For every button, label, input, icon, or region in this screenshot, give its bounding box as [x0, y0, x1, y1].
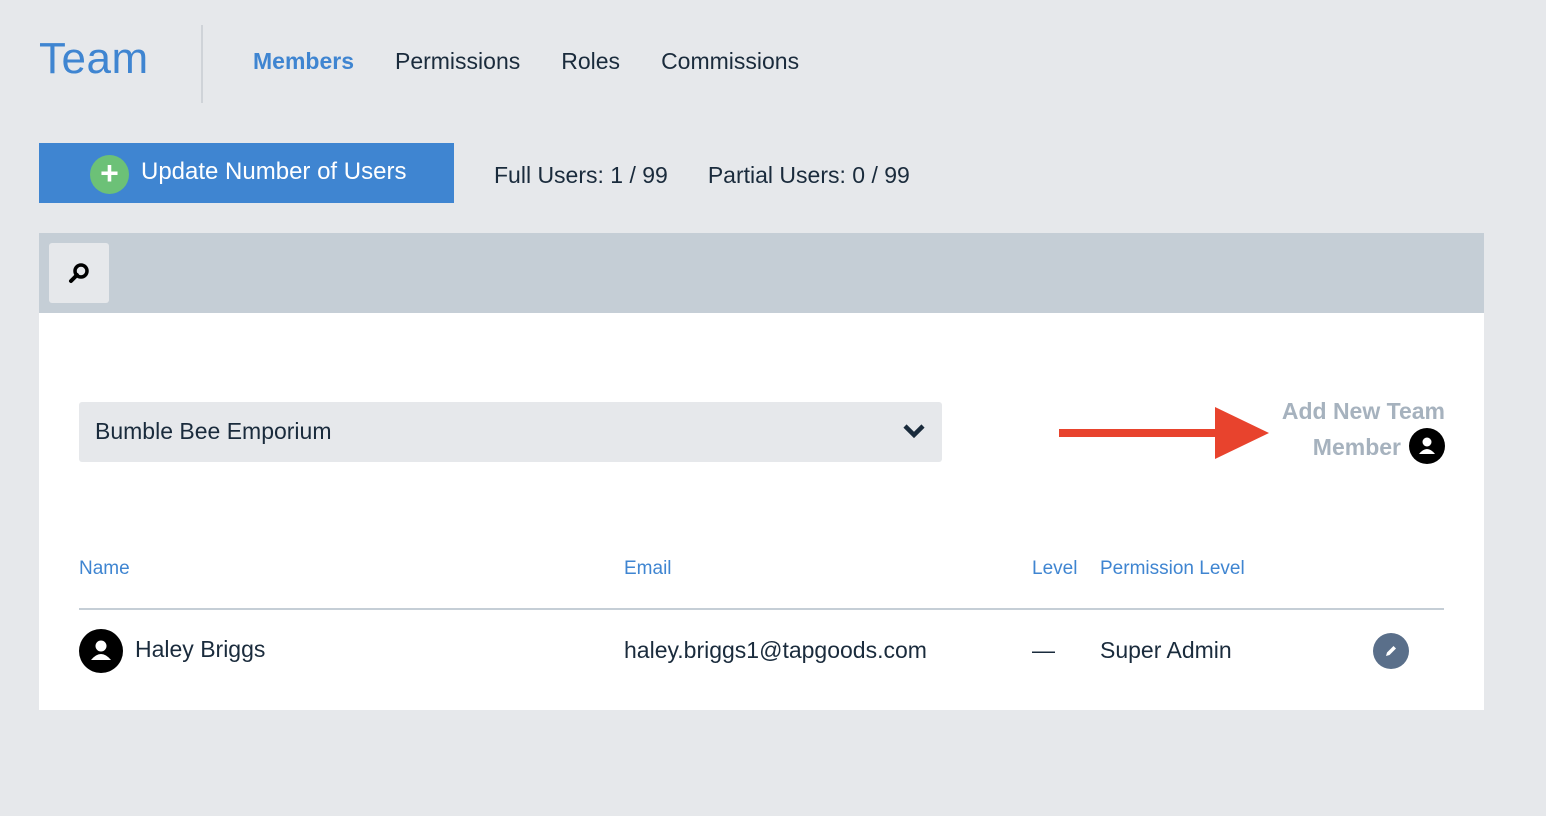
column-header-level[interactable]: Level: [1032, 558, 1077, 580]
tab-roles[interactable]: Roles: [561, 48, 620, 75]
members-panel: Bumble Bee Emporium Add New Team Member …: [39, 233, 1484, 710]
chevron-down-icon: [903, 424, 925, 439]
table-header: Name Email Level Permission Level: [79, 558, 1444, 610]
tab-members[interactable]: Members: [253, 48, 354, 75]
user-icon: [1409, 427, 1445, 464]
member-level: —: [1032, 637, 1055, 663]
user-counts: Full Users: 1 / 99 Partial Users: 0 / 99: [494, 162, 910, 189]
pencil-icon: [1386, 646, 1396, 656]
update-button-label: Update Number of Users: [141, 158, 407, 185]
edit-member-button[interactable]: [1373, 633, 1409, 669]
column-header-email[interactable]: Email: [624, 558, 672, 580]
member-email: haley.briggs1@tapgoods.com: [624, 637, 927, 663]
plus-icon: +: [90, 155, 129, 194]
member-name: Haley Briggs: [135, 636, 266, 662]
update-number-of-users-button[interactable]: + Update Number of Users: [39, 143, 454, 203]
panel-toolbar: [39, 233, 1484, 313]
column-header-permission-level[interactable]: Permission Level: [1100, 558, 1245, 580]
full-users-count: Full Users: 1 / 99: [494, 162, 668, 188]
search-icon: [69, 263, 89, 283]
tab-bar: Members Permissions Roles Commissions: [253, 48, 799, 75]
tab-permissions[interactable]: Permissions: [395, 48, 520, 75]
member-permission-level: Super Admin: [1100, 637, 1232, 663]
table-row[interactable]: Haley Briggs haley.briggs1@tapgoods.com …: [79, 623, 1444, 683]
location-select[interactable]: Bumble Bee Emporium: [79, 402, 942, 462]
add-new-team-member-link[interactable]: Add New Team Member: [1219, 393, 1445, 467]
header-divider: [201, 25, 203, 103]
avatar: [79, 629, 123, 673]
column-header-name[interactable]: Name: [79, 558, 130, 580]
tab-commissions[interactable]: Commissions: [661, 48, 799, 75]
page-header: Team Members Permissions Roles Commissio…: [0, 0, 1546, 120]
partial-users-count: Partial Users: 0 / 99: [707, 162, 910, 188]
add-member-line2: Member: [1312, 434, 1401, 460]
add-member-line1: Add New Team: [1281, 398, 1445, 424]
search-button[interactable]: [49, 243, 109, 303]
page-title: Team: [39, 34, 149, 83]
location-select-value: Bumble Bee Emporium: [95, 418, 332, 444]
